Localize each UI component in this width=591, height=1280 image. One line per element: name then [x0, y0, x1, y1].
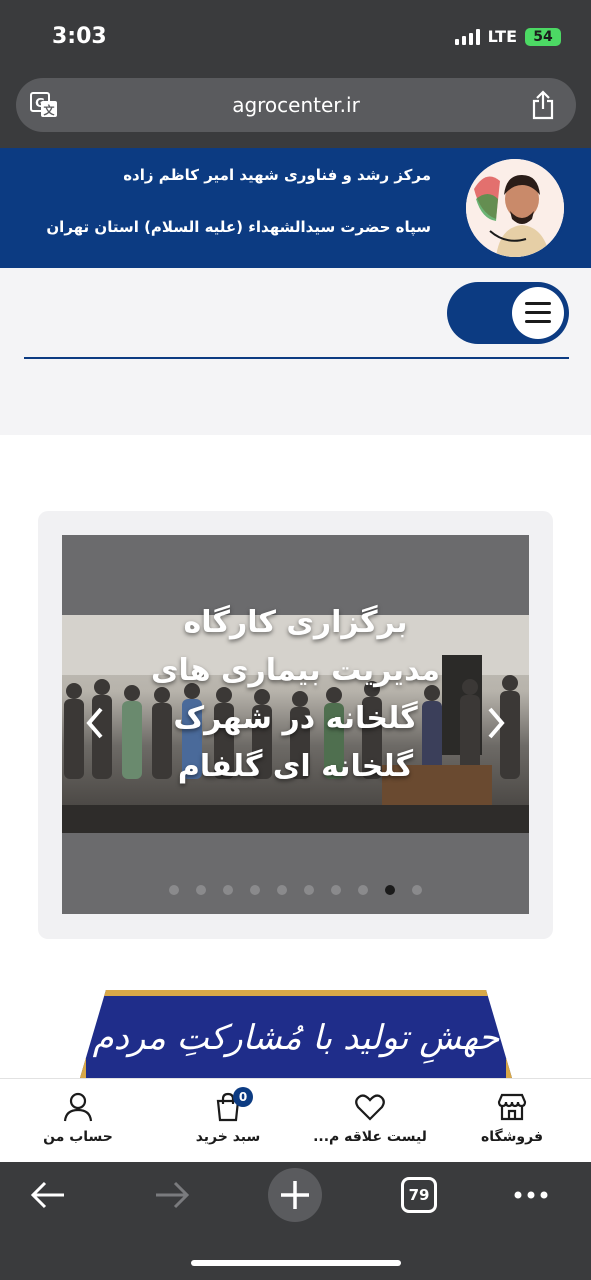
battery-icon: 54	[525, 27, 561, 46]
nav-wishlist[interactable]: لیست علاقه م...	[305, 1091, 435, 1145]
header-title: مرکز رشد و فناوری شهید امیر کاظم زاده	[123, 166, 431, 184]
slider-dot[interactable]	[250, 885, 260, 895]
cart-count-badge: 0	[233, 1087, 253, 1107]
clock: 3:03	[52, 24, 107, 49]
slider-dots	[62, 885, 529, 895]
slider-dot[interactable]	[331, 885, 341, 895]
back-arrow-icon[interactable]	[30, 1180, 66, 1210]
share-icon[interactable]	[530, 90, 556, 120]
slider-dot[interactable]	[358, 885, 368, 895]
nav-shop[interactable]: فروشگاه	[447, 1091, 577, 1145]
address-bar[interactable]: G 文 agrocenter.ir	[16, 78, 576, 132]
slider-dot[interactable]	[169, 885, 179, 895]
divider	[24, 357, 569, 359]
slider-dot[interactable]	[223, 885, 233, 895]
more-options-icon[interactable]	[513, 1190, 549, 1200]
slide[interactable]: برگزاری کارگاه مدیریت بیماری های گلخانه …	[62, 535, 529, 914]
nav-account[interactable]: حساب من	[13, 1091, 143, 1145]
bottom-navigation: فروشگاه لیست علاقه م... 0 سبد خرید حساب …	[0, 1078, 591, 1162]
home-indicator	[191, 1260, 401, 1266]
nav-wishlist-label: لیست علاقه م...	[313, 1129, 427, 1145]
tabs-button[interactable]: 79	[401, 1177, 437, 1213]
user-icon	[63, 1092, 93, 1122]
slider-dot[interactable]	[412, 885, 422, 895]
slider-dot[interactable]	[277, 885, 287, 895]
nav-account-label: حساب من	[43, 1129, 113, 1145]
site-logo[interactable]	[463, 156, 567, 260]
store-icon	[497, 1093, 527, 1121]
status-indicators: LTE 54	[454, 27, 561, 46]
signal-icon	[454, 28, 480, 45]
plus-icon	[281, 1181, 309, 1209]
next-slide-icon[interactable]	[483, 705, 507, 741]
martyr-portrait-icon	[466, 159, 564, 257]
menu-area	[0, 268, 591, 435]
nav-shop-label: فروشگاه	[480, 1129, 543, 1145]
status-bar: 3:03 LTE 54	[0, 0, 591, 74]
network-type: LTE	[487, 27, 517, 46]
banner-text: حهشِ تولید با مُشارکتِ مردم	[92, 1018, 500, 1058]
campaign-banner[interactable]: حهشِ تولید با مُشارکتِ مردم	[80, 990, 512, 1078]
nav-cart-label: سبد خرید	[195, 1129, 261, 1145]
slider-dot[interactable]	[385, 885, 395, 895]
nav-cart[interactable]: 0 سبد خرید	[163, 1087, 293, 1145]
menu-knob[interactable]	[512, 287, 564, 339]
slider-dot[interactable]	[196, 885, 206, 895]
header-subtitle: سپاه حضرت سیدالشهداء (علیه السلام) استان…	[46, 218, 431, 236]
browser-toolbar: 79	[0, 1162, 591, 1280]
slide-title[interactable]: برگزاری کارگاه مدیریت بیماری های گلخانه …	[132, 599, 459, 791]
slider-dot[interactable]	[304, 885, 314, 895]
browser-address-area: G 文 agrocenter.ir	[0, 74, 591, 148]
heart-icon	[355, 1094, 385, 1121]
menu-toggle-button[interactable]	[447, 282, 569, 344]
site-header: مرکز رشد و فناوری شهید امیر کاظم زاده سپ…	[0, 148, 591, 268]
forward-arrow-icon[interactable]	[154, 1180, 190, 1210]
news-slider: برگزاری کارگاه مدیریت بیماری های گلخانه …	[38, 511, 553, 939]
url-text[interactable]: agrocenter.ir	[16, 93, 576, 117]
new-tab-button[interactable]	[268, 1168, 322, 1222]
hamburger-icon[interactable]	[525, 302, 551, 324]
previous-slide-icon[interactable]	[84, 705, 108, 741]
